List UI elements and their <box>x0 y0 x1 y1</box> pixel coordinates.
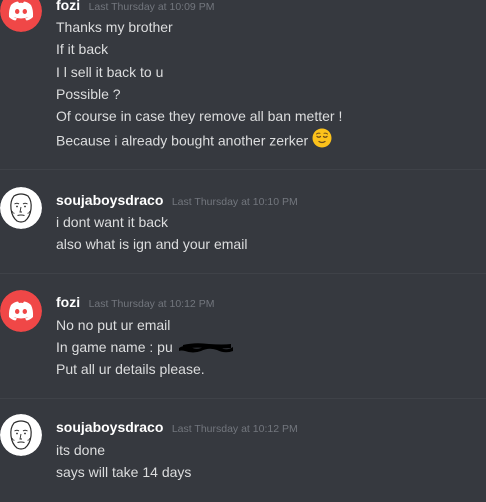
message-text: In game name : pu <box>56 339 173 355</box>
username[interactable]: fozi <box>56 294 80 310</box>
message-line: If it back <box>56 41 109 57</box>
message-line: its done <box>56 442 106 458</box>
chat-messages: fozi Last Thursday at 10:09 PM Thanks my… <box>0 0 486 502</box>
wojak-face-icon <box>0 414 42 456</box>
message-divider <box>0 398 486 399</box>
username[interactable]: fozi <box>56 0 80 13</box>
timestamp: Last Thursday at 10:09 PM <box>88 1 215 13</box>
relieved-face-emoji <box>312 128 332 152</box>
message-line: Thanks my brother <box>56 19 173 35</box>
message-line: Put all ur details please. <box>56 361 205 377</box>
message-line: says will take 14 days <box>56 464 192 480</box>
message-text: Because i already bought another zerker <box>56 132 309 149</box>
message-header: soujaboysdraco Last Thursday at 10:10 PM <box>56 192 298 210</box>
message-divider <box>0 273 486 274</box>
message-header: soujaboysdraco Last Thursday at 10:12 PM <box>56 419 298 437</box>
message-line: also what is ign and your email <box>56 236 248 252</box>
avatar[interactable] <box>0 187 42 229</box>
username[interactable]: soujaboysdraco <box>56 192 163 208</box>
avatar[interactable] <box>0 414 42 456</box>
timestamp: Last Thursday at 10:10 PM <box>171 196 298 208</box>
message-divider <box>0 169 486 170</box>
redaction-scribble <box>173 341 233 355</box>
message-line: No no put ur email <box>56 317 171 333</box>
discord-logo-icon <box>0 290 42 332</box>
message-line: Because i already bought another zerker <box>56 128 332 154</box>
timestamp: Last Thursday at 10:12 PM <box>171 423 298 435</box>
message-header: fozi Last Thursday at 10:12 PM <box>56 294 214 312</box>
message-line: i dont want it back <box>56 214 169 230</box>
avatar[interactable] <box>0 290 42 332</box>
avatar[interactable] <box>0 0 42 32</box>
message-line: In game name : pu <box>56 338 233 356</box>
timestamp: Last Thursday at 10:12 PM <box>88 298 215 310</box>
username[interactable]: soujaboysdraco <box>56 419 163 435</box>
wojak-face-icon <box>0 187 42 229</box>
message-line: Possible ? <box>56 86 121 102</box>
discord-logo-icon <box>0 0 42 32</box>
message-line: I l sell it back to u <box>56 64 164 80</box>
message-header: fozi Last Thursday at 10:09 PM <box>56 0 214 15</box>
message-line: Of course in case they remove all ban me… <box>56 108 343 124</box>
